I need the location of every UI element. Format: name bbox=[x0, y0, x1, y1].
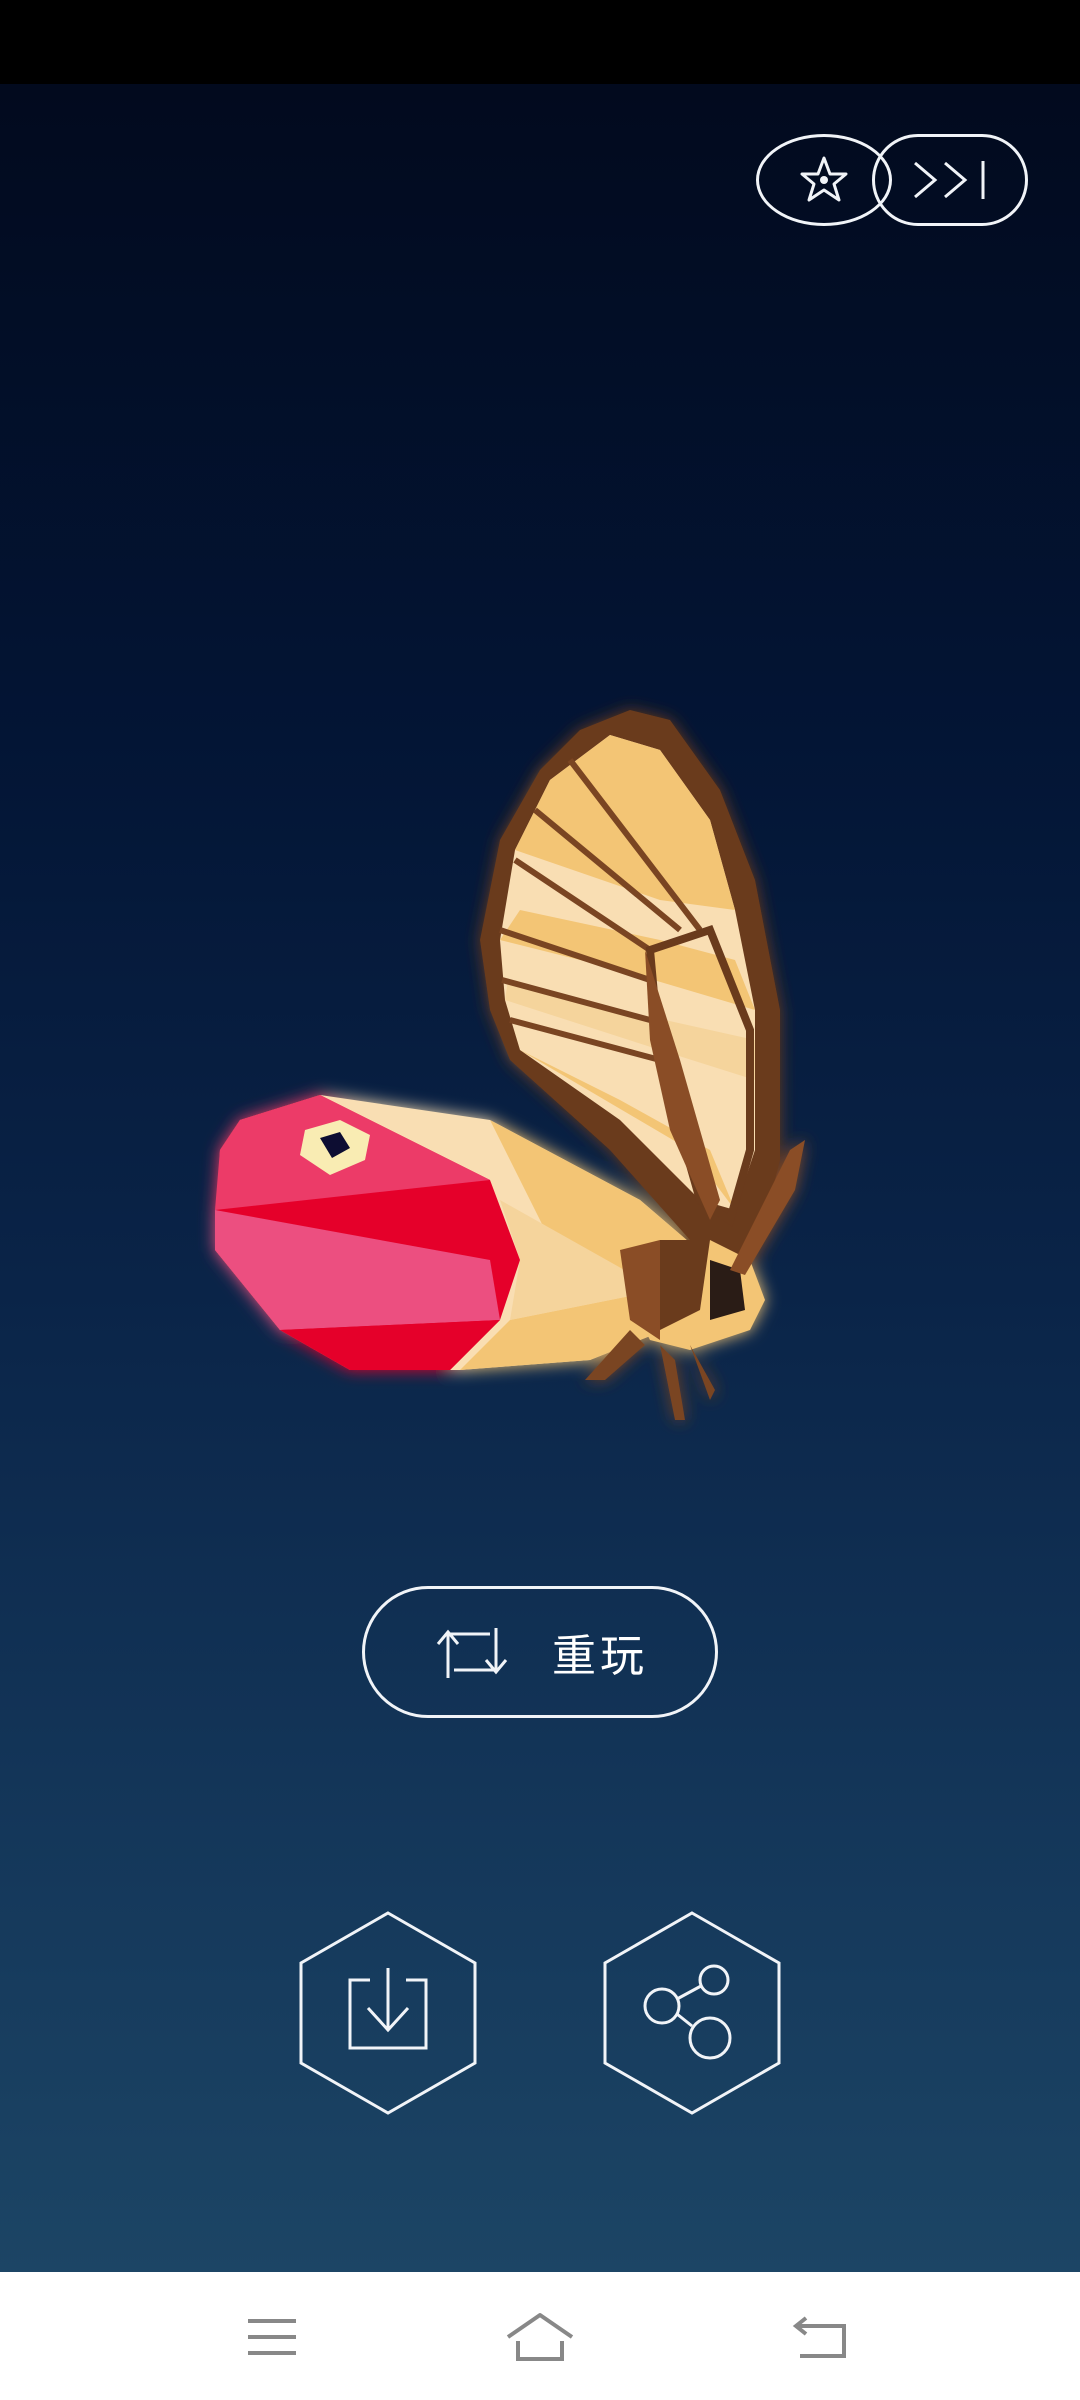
download-button[interactable] bbox=[298, 1910, 478, 2116]
skip-button[interactable] bbox=[872, 134, 1028, 226]
replay-label: 重玩 bbox=[552, 1631, 648, 1682]
nav-back-button[interactable] bbox=[782, 2302, 862, 2372]
nav-menu-button[interactable] bbox=[232, 2302, 312, 2372]
replay-button[interactable]: 重玩 bbox=[362, 1586, 718, 1718]
navigation-bar bbox=[0, 2272, 1080, 2400]
butterfly-artwork bbox=[215, 710, 805, 1420]
skip-forward-icon bbox=[914, 161, 985, 199]
replay-arrows-icon bbox=[436, 1628, 508, 1678]
home-icon bbox=[506, 2313, 574, 2361]
share-button[interactable] bbox=[602, 1910, 782, 2116]
download-icon bbox=[348, 1968, 428, 2050]
menu-icon bbox=[248, 2319, 296, 2355]
star-badge-icon bbox=[800, 156, 848, 202]
game-screen: 重玩 bbox=[0, 0, 1080, 2400]
nav-home-button[interactable] bbox=[500, 2302, 580, 2372]
status-bar bbox=[0, 0, 1080, 84]
back-icon bbox=[792, 2316, 846, 2358]
share-icon bbox=[643, 1964, 732, 2060]
